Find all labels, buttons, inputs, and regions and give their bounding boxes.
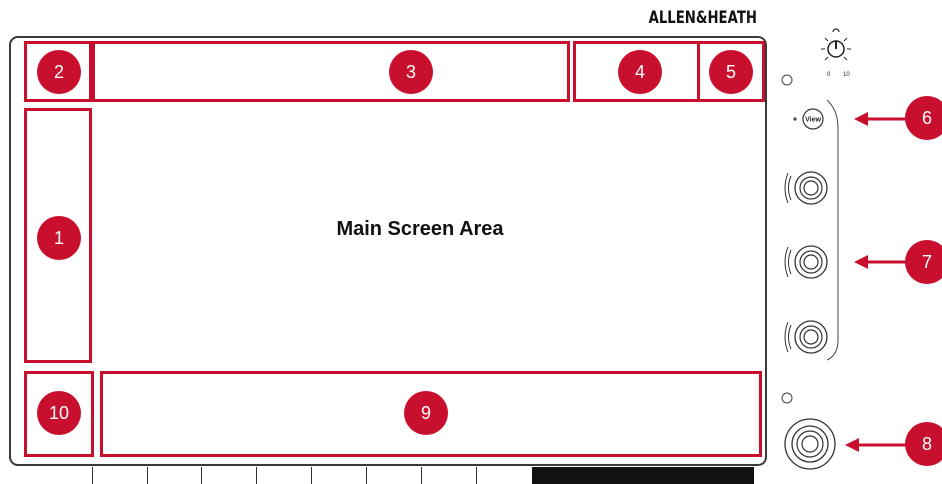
arrow-icon <box>845 438 910 452</box>
main-rotary-encoder[interactable] <box>784 418 836 470</box>
fader-tab-divider <box>311 467 312 484</box>
knob-min-label: 0 <box>827 72 831 78</box>
arrow-icon <box>854 255 910 269</box>
fader-tab-divider <box>92 467 93 484</box>
badge-10: 10 <box>37 391 81 435</box>
badge-9: 9 <box>404 391 448 435</box>
fader-tab-divider <box>421 467 422 484</box>
headphone-level-knob[interactable]: 0 10 <box>821 28 851 78</box>
view-button[interactable]: View <box>793 108 824 130</box>
arrow-icon <box>854 112 910 126</box>
badge-8: 8 <box>905 422 942 466</box>
fader-tab-divider <box>256 467 257 484</box>
main-screen-area-label: Main Screen Area <box>336 218 504 240</box>
rotary-encoder[interactable] <box>784 320 828 354</box>
badge-1: 1 <box>37 216 81 260</box>
badge-6: 6 <box>905 96 942 140</box>
badge-2: 2 <box>37 50 81 94</box>
brand-logo: ALLEN&HEATH <box>648 8 757 28</box>
fader-tab-divider <box>476 467 477 484</box>
badge-5: 5 <box>709 50 753 94</box>
led-indicator <box>781 392 793 404</box>
fader-tab-divider <box>366 467 367 484</box>
badge-3: 3 <box>389 50 433 94</box>
led-indicator <box>781 74 793 86</box>
surface-strip <box>532 467 754 484</box>
headphone-icon <box>832 28 840 33</box>
knob-max-label: 10 <box>843 72 850 78</box>
rotary-encoder[interactable] <box>784 245 828 279</box>
view-button-label: View <box>805 117 821 124</box>
badge-4: 4 <box>618 50 662 94</box>
fader-tab-divider <box>201 467 202 484</box>
control-group-bracket <box>826 99 839 361</box>
region-3 <box>92 41 570 102</box>
rotary-encoder[interactable] <box>784 171 828 205</box>
fader-tab-divider <box>147 467 148 484</box>
badge-7: 7 <box>905 240 942 284</box>
